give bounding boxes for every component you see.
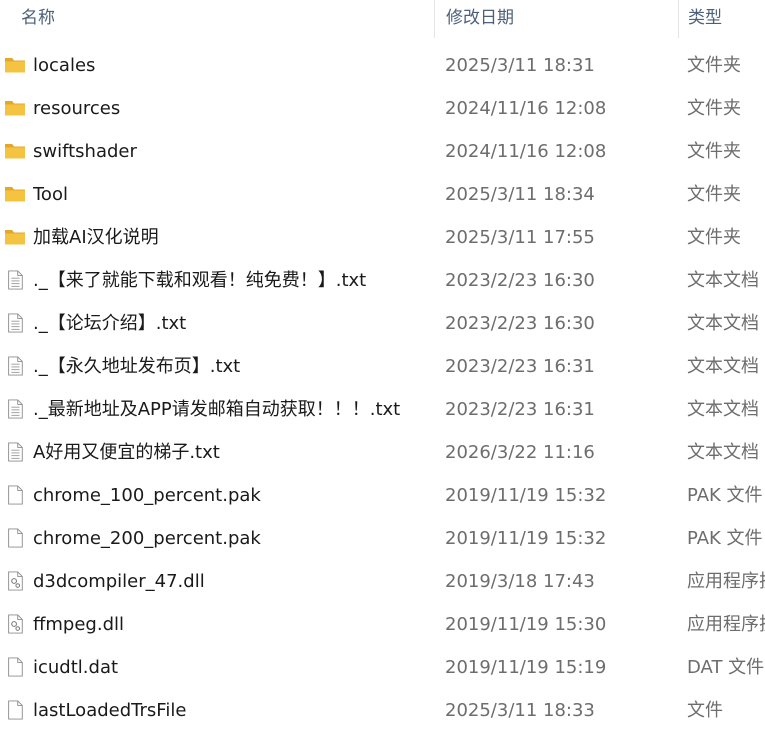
file-type: 文本文档 [687,356,759,377]
file-name: locales [33,55,96,76]
column-header-type-label: 类型 [688,8,722,28]
file-modified-date: 2019/11/19 15:32 [445,528,607,549]
file-modified-date: 2025/3/11 18:31 [445,55,595,76]
file-type: 文本文档 [687,313,759,334]
file-row[interactable]: swiftshader 2024/11/16 12:08 文件夹 [0,130,765,173]
column-header-name-label: 名称 [21,8,55,28]
column-header-bar: 名称 ^ 修改日期 类型 [0,0,765,38]
file-modified-date: 2023/2/23 16:31 [445,356,595,377]
text-file-icon [4,399,26,419]
file-row[interactable]: chrome_200_percent.pak 2019/11/19 15:32 PA… [0,517,765,560]
file-name: icudtl.dat [33,657,119,678]
file-row[interactable]: Tool 2025/3/11 18:34 文件夹 [0,173,765,216]
file-row[interactable]: ffmpeg.dll 2019/11/19 15:30 应用程序扩 [0,603,765,646]
file-icon [4,700,26,720]
file-modified-date: 2025/3/11 18:34 [445,184,595,205]
file-type: 文件夹 [687,141,741,162]
file-modified-date: 2019/11/19 15:32 [445,485,607,506]
folder-icon [4,141,26,161]
file-row[interactable]: d3dcompiler_47.dll 2019/3/18 17:43 应用程序扩 [0,560,765,603]
file-list: locales 2025/3/11 18:31 文件夹 resources 2024/1… [0,44,765,732]
file-row[interactable]: ._【来了就能下载和观看！纯免费！】.txt 2023/2/23 16:30 文本文… [0,259,765,302]
file-name: ._【论坛介绍】.txt [33,313,187,334]
file-name: resources [33,98,121,119]
file-name: chrome_100_percent.pak [33,485,261,506]
file-modified-date: 2023/2/23 16:31 [445,399,595,420]
file-icon [4,485,26,505]
file-modified-date: 2025/3/11 17:55 [445,227,595,248]
file-row[interactable]: ._【永久地址发布页】.txt 2023/2/23 16:31 文本文档 [0,345,765,388]
dll-file-icon [4,614,26,634]
text-file-icon [4,270,26,290]
file-type: DAT 文件 [687,657,765,678]
file-name: Tool [33,184,68,205]
file-name: chrome_200_percent.pak [33,528,261,549]
text-file-icon [4,313,26,333]
file-modified-date: 2026/3/22 11:16 [445,442,595,463]
file-name: lastLoadedTrsFile [33,700,187,721]
file-icon [4,528,26,548]
file-type: 文件夹 [687,227,741,248]
file-name: ._最新地址及APP请发邮箱自动获取！！！.txt [33,399,401,420]
file-row[interactable]: resources 2024/11/16 12:08 文件夹 [0,87,765,130]
file-name: ._【永久地址发布页】.txt [33,356,241,377]
file-type: 应用程序扩 [687,571,765,592]
file-row[interactable]: 加载AI汉化说明 2025/3/11 17:55 文件夹 [0,216,765,259]
file-row[interactable]: locales 2025/3/11 18:31 文件夹 [0,44,765,87]
file-modified-date: 2019/11/19 15:30 [445,614,607,635]
file-modified-date: 2025/3/11 18:33 [445,700,595,721]
file-type: 文本文档 [687,270,759,291]
file-modified-date: 2023/2/23 16:30 [445,270,595,291]
column-header-type[interactable]: 类型 [678,0,765,38]
file-name: 加载AI汉化说明 [33,227,159,248]
file-type: 文件夹 [687,184,741,205]
file-row[interactable]: chrome_100_percent.pak 2019/11/19 15:32 PA… [0,474,765,517]
file-modified-date: 2024/11/16 12:08 [445,98,607,119]
column-header-date-label: 修改日期 [446,8,514,28]
file-row[interactable]: lastLoadedTrsFile 2025/3/11 18:33 文件 [0,689,765,732]
file-type: 文件夹 [687,98,741,119]
sort-arrow-icon: ^ [217,0,226,6]
column-header-date[interactable]: 修改日期 [434,0,678,38]
file-row[interactable]: icudtl.dat 2019/11/19 15:19 DAT 文件 [0,646,765,689]
dll-file-icon [4,571,26,591]
folder-icon [4,98,26,118]
file-modified-date: 2024/11/16 12:08 [445,141,607,162]
file-type: 应用程序扩 [687,614,765,635]
file-type: 文本文档 [687,399,759,420]
file-type: 文件 [687,700,723,721]
text-file-icon [4,356,26,376]
file-icon [4,657,26,677]
folder-icon [4,55,26,75]
file-name: d3dcompiler_47.dll [33,571,205,592]
file-type: 文件夹 [687,55,741,76]
text-file-icon [4,442,26,462]
file-type: PAK 文件 [687,485,763,506]
file-name: swiftshader [33,141,137,162]
file-type: 文本文档 [687,442,759,463]
file-row[interactable]: ._【论坛介绍】.txt 2023/2/23 16:30 文本文档 [0,302,765,345]
file-row[interactable]: ._最新地址及APP请发邮箱自动获取！！！.txt 2023/2/23 16:31… [0,388,765,431]
folder-icon [4,227,26,247]
file-name: ffmpeg.dll [33,614,125,635]
file-row[interactable]: A好用又便宜的梯子.txt 2026/3/22 11:16 文本文档 [0,431,765,474]
file-modified-date: 2019/11/19 15:19 [445,657,607,678]
file-modified-date: 2023/2/23 16:30 [445,313,595,334]
file-modified-date: 2019/3/18 17:43 [445,571,595,592]
file-name: A好用又便宜的梯子.txt [33,442,220,463]
folder-icon [4,184,26,204]
file-name: ._【来了就能下载和观看！纯免费！】.txt [33,270,367,291]
file-type: PAK 文件 [687,528,763,549]
